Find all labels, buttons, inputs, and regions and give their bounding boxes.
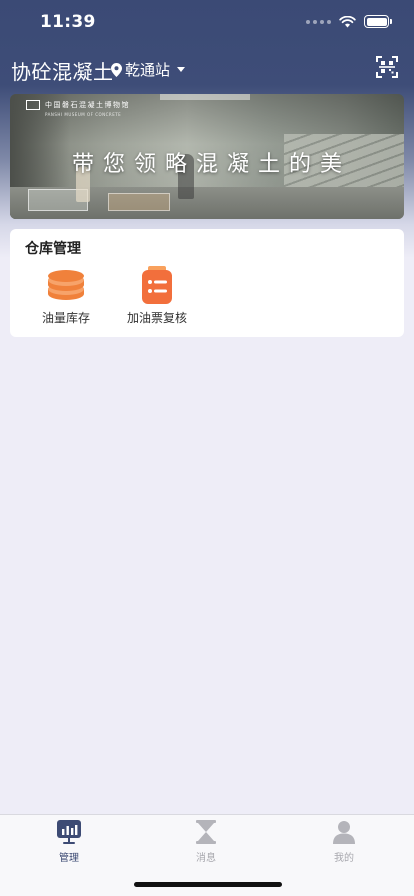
oil-inventory-label: 油量库存	[41, 311, 90, 325]
hourglass-icon	[196, 820, 216, 844]
warehouse-title: 仓库管理	[25, 241, 81, 257]
museum-logo: 中国磐石混凝土博物馆 PANSHI MUSEUM OF CONCRETE	[26, 100, 130, 117]
refuel-ticket-review-label: 加油票复核	[126, 311, 187, 325]
museum-logo-mark-icon	[26, 100, 40, 110]
home-indicator[interactable]	[134, 882, 282, 887]
wifi-icon	[339, 15, 356, 27]
top-nav: 协砼混凝土 乾通站	[0, 48, 414, 88]
warehouse-card: 仓库管理 油量库存 加油票复核	[10, 229, 404, 337]
chevron-down-icon	[177, 67, 186, 72]
tab-message[interactable]: 消息	[156, 819, 256, 864]
tab-mine-label: 我的	[334, 853, 354, 864]
battery-icon	[364, 15, 392, 28]
museum-logo-text: 中国磐石混凝土博物馆	[45, 101, 130, 109]
oil-inventory-button[interactable]: 油量库存	[26, 265, 106, 326]
app-title: 协砼混凝土	[11, 60, 114, 84]
receipt-list-icon	[142, 266, 172, 304]
location-selector[interactable]: 乾通站	[111, 59, 186, 80]
status-bar: 11:39	[0, 0, 414, 44]
refuel-ticket-review-button[interactable]: 加油票复核	[117, 265, 197, 326]
status-time: 11:39	[40, 12, 96, 32]
location-label: 乾通站	[125, 61, 171, 79]
tab-mine[interactable]: 我的	[294, 819, 394, 864]
promo-banner[interactable]: 中国磐石混凝土博物馆 PANSHI MUSEUM OF CONCRETE 带您领…	[10, 94, 404, 219]
dashboard-icon	[57, 820, 81, 844]
banner-slogan: 带您领略混凝土的美	[71, 152, 351, 177]
tab-manage[interactable]: 管理	[19, 819, 119, 864]
status-icons	[306, 15, 392, 28]
map-pin-icon	[111, 62, 122, 77]
oil-stack-icon	[48, 270, 84, 300]
qr-scan-icon[interactable]	[376, 56, 398, 78]
user-icon	[333, 821, 355, 844]
tab-manage-label: 管理	[59, 853, 79, 864]
museum-logo-subtext: PANSHI MUSEUM OF CONCRETE	[45, 112, 122, 117]
tab-message-label: 消息	[196, 853, 216, 864]
cellular-signal-icon	[306, 19, 331, 24]
